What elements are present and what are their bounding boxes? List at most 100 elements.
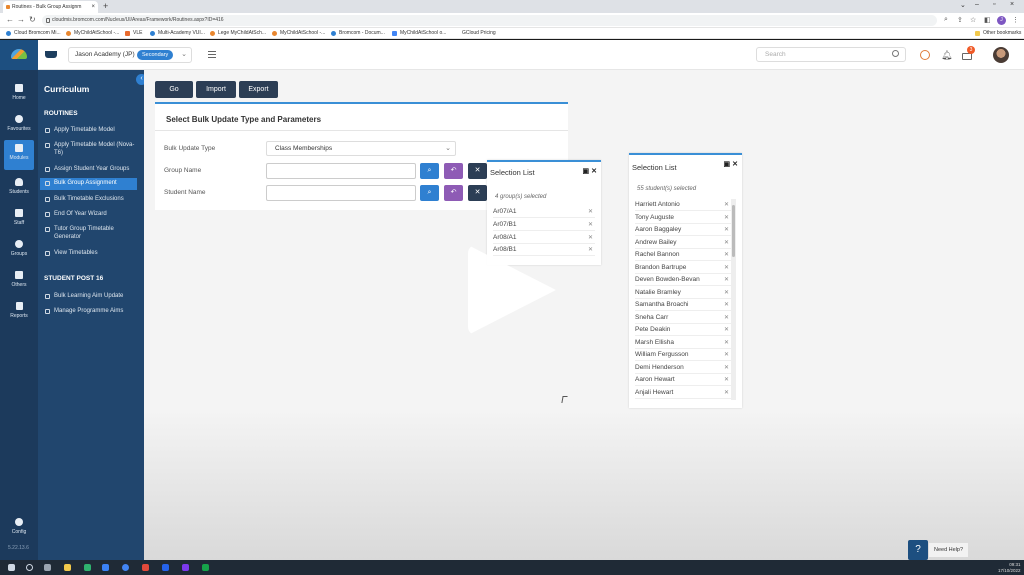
remove-icon[interactable]: ✕ xyxy=(588,206,593,218)
outlook-icon[interactable] xyxy=(162,564,169,571)
update-type-select[interactable]: Class Memberships ⌄ xyxy=(266,141,456,156)
go-button[interactable]: Go xyxy=(155,81,193,98)
url-field[interactable]: cloudmis.bromcom.com/Nucleus/UI/Areas/Fr… xyxy=(42,15,937,26)
bookmark-item[interactable]: MyChildAtSchool -... xyxy=(66,30,119,36)
group-search-button[interactable]: ⌕ xyxy=(420,163,439,179)
remove-icon[interactable]: ✕ xyxy=(724,374,729,386)
remove-icon[interactable]: ✕ xyxy=(588,244,593,256)
remove-icon[interactable]: ✕ xyxy=(724,274,729,286)
bookmark-item[interactable]: MyChildAtSchool o... xyxy=(392,30,446,36)
help-button[interactable]: ? xyxy=(908,540,928,560)
group-clear-button[interactable]: ✕ xyxy=(468,163,487,179)
sidebar-item-bulk-group-assignment[interactable]: Bulk Group Assignment xyxy=(40,178,137,190)
import-button[interactable]: Import xyxy=(196,81,236,98)
save-icon[interactable]: ▣ xyxy=(583,168,590,175)
rail-item-students[interactable]: Students xyxy=(0,174,38,204)
remove-icon[interactable]: ✕ xyxy=(724,224,729,236)
app-icon[interactable] xyxy=(84,564,91,571)
rail-item-modules[interactable]: Modules xyxy=(4,140,34,170)
chevron-down-icon[interactable]: ⌄ xyxy=(960,1,966,9)
remove-icon[interactable]: ✕ xyxy=(588,219,593,231)
bookmark-item[interactable]: GCloud Pricing xyxy=(462,30,496,36)
bookmark-item[interactable]: Cloud Bromcom Mi... xyxy=(6,30,61,36)
avatar[interactable] xyxy=(993,47,1009,63)
reload-icon[interactable]: ↻ xyxy=(29,15,36,24)
remove-icon[interactable]: ✕ xyxy=(724,337,729,349)
remove-icon[interactable]: ✕ xyxy=(724,249,729,261)
remove-icon[interactable]: ✕ xyxy=(724,349,729,361)
sidebar-item-tutor-group-timetable-generator[interactable]: Tutor Group Timetable Generator xyxy=(40,224,137,243)
save-icon[interactable]: ▣ xyxy=(724,161,731,168)
remove-icon[interactable]: ✕ xyxy=(724,324,729,336)
remove-icon[interactable]: ✕ xyxy=(724,199,729,211)
share-icon[interactable]: ⇪ xyxy=(957,16,963,24)
maximize-icon[interactable]: ▫ xyxy=(993,1,995,8)
rail-item-reports[interactable]: Reports xyxy=(0,298,38,328)
close-tab-icon[interactable]: × xyxy=(91,1,95,13)
extensions-icon[interactable]: ◧ xyxy=(984,16,991,24)
back-icon[interactable]: ← xyxy=(6,15,14,24)
rail-item-config[interactable]: Config xyxy=(0,514,38,544)
remove-icon[interactable]: ✕ xyxy=(724,387,729,399)
sidebar-item-bulk-timetable-exclusions[interactable]: Bulk Timetable Exclusions xyxy=(40,194,137,206)
list-scrollbar[interactable] xyxy=(731,199,736,400)
star-icon[interactable]: ☆ xyxy=(970,16,976,24)
school-selector[interactable]: Jason Academy (JP) Secondary ⌄ xyxy=(68,47,192,63)
close-window-icon[interactable]: × xyxy=(1010,1,1014,8)
sidebar-item-apply-timetable-model-nova[interactable]: Apply Timetable Model (Nova-T6) xyxy=(40,140,137,159)
bookmark-item[interactable]: Lege MyChildAtSch... xyxy=(210,30,266,36)
list-menu-icon[interactable] xyxy=(208,51,216,58)
task-view-icon[interactable] xyxy=(44,564,51,571)
rail-item-others[interactable]: Others xyxy=(0,267,38,297)
sidebar-item-end-of-year-wizard[interactable]: End Of Year Wizard xyxy=(40,209,137,221)
sidebar-item-view-timetables[interactable]: View Timetables xyxy=(40,248,137,260)
remove-icon[interactable]: ✕ xyxy=(724,262,729,274)
group-undo-button[interactable]: ↶ xyxy=(444,163,463,179)
scrollbar-thumb[interactable] xyxy=(732,205,735,257)
export-button[interactable]: Export xyxy=(239,81,278,98)
rail-item-groups[interactable]: Groups xyxy=(0,236,38,266)
sidebar-item-assign-student-year-groups[interactable]: Assign Student Year Groups xyxy=(40,164,137,176)
menu-dots-icon[interactable]: ⋮ xyxy=(1012,16,1019,24)
profile-avatar[interactable]: J xyxy=(997,16,1006,25)
brand-area[interactable] xyxy=(0,40,38,70)
minimize-icon[interactable]: – xyxy=(975,1,979,8)
other-bookmarks[interactable]: Other bookmarks xyxy=(975,30,1021,36)
search-icon[interactable] xyxy=(26,564,33,571)
excel-icon[interactable] xyxy=(202,564,209,571)
remove-icon[interactable]: ✕ xyxy=(724,362,729,374)
zoom-icon[interactable]: ⌕ xyxy=(944,16,948,24)
student-name-input[interactable] xyxy=(266,185,416,201)
group-name-input[interactable] xyxy=(266,163,416,179)
rail-item-home[interactable]: Home xyxy=(0,80,38,110)
sidebar-item-manage-programme-aims[interactable]: Manage Programme Aims xyxy=(40,306,137,318)
close-icon[interactable]: ✕ xyxy=(732,161,738,168)
need-help-label[interactable]: Need Help? xyxy=(929,543,969,557)
app-icon[interactable] xyxy=(142,564,149,571)
play-icon[interactable] xyxy=(468,245,556,335)
search-input[interactable]: Search xyxy=(756,47,906,62)
bell-icon[interactable]: 🔔︎ xyxy=(941,50,952,60)
remove-icon[interactable]: ✕ xyxy=(724,237,729,249)
bookmark-item[interactable]: Bromcom - Docum... xyxy=(331,30,385,36)
sidebar-item-bulk-learning-aim-update[interactable]: Bulk Learning Aim Update xyxy=(40,291,137,303)
rail-item-staff[interactable]: Staff xyxy=(0,205,38,235)
student-clear-button[interactable]: ✕ xyxy=(468,185,487,201)
inbox-icon[interactable] xyxy=(962,53,972,60)
forward-icon[interactable]: → xyxy=(17,15,25,24)
settings-circle-icon[interactable] xyxy=(920,50,930,60)
rail-item-favourites[interactable]: Favourites xyxy=(0,111,38,141)
chrome-icon[interactable] xyxy=(122,564,129,571)
windows-start-icon[interactable] xyxy=(8,564,15,571)
remove-icon[interactable]: ✕ xyxy=(588,232,593,244)
bookmark-item[interactable]: Multi-Academy VUI... xyxy=(150,30,205,36)
close-icon[interactable]: ✕ xyxy=(591,168,597,175)
browser-tab[interactable]: Routines - Bulk Group Assignm × xyxy=(3,1,98,13)
bookmark-item[interactable]: VLE xyxy=(125,30,142,36)
bookmark-item[interactable]: MyChildAtSchool -... xyxy=(272,30,325,36)
edge-icon[interactable] xyxy=(102,564,109,571)
remove-icon[interactable]: ✕ xyxy=(724,312,729,324)
student-undo-button[interactable]: ↶ xyxy=(444,185,463,201)
remove-icon[interactable]: ✕ xyxy=(724,287,729,299)
student-search-button[interactable]: ⌕ xyxy=(420,185,439,201)
